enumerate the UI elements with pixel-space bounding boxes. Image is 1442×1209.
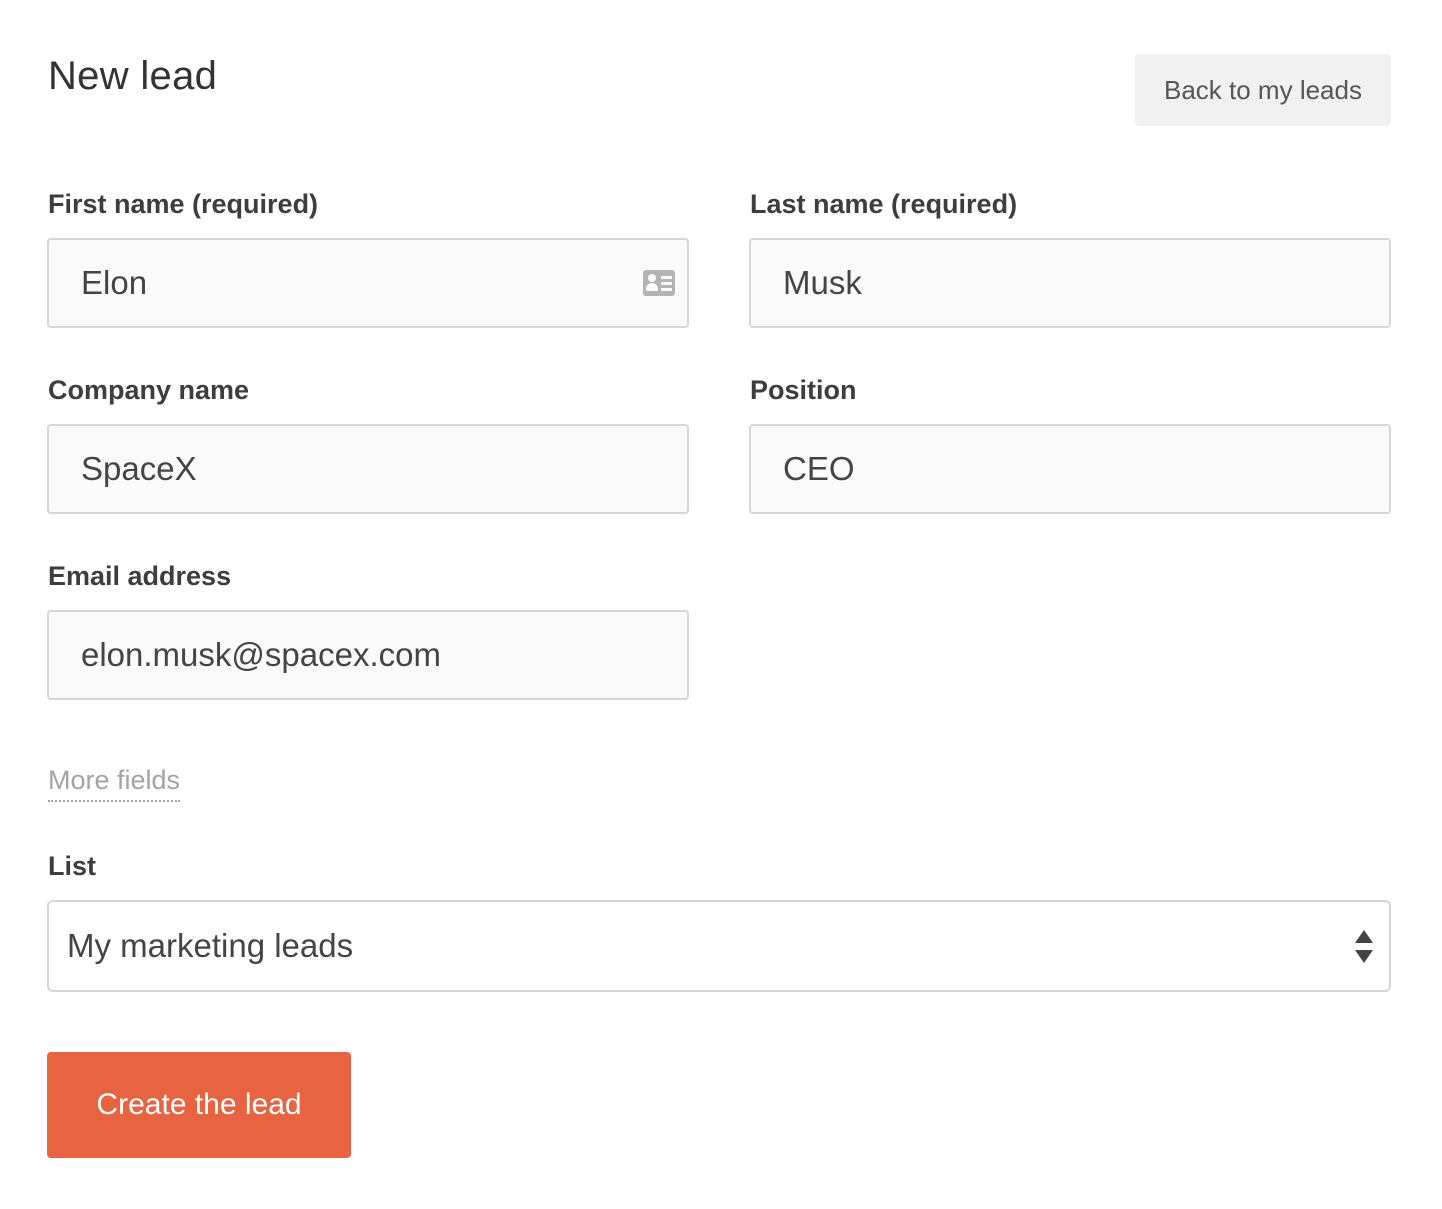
- select-arrows-icon: [1355, 930, 1373, 964]
- company-name-input[interactable]: [49, 426, 687, 512]
- company-name-label: Company name: [48, 375, 250, 405]
- last-name-label: Last name (required): [750, 189, 1018, 219]
- last-name-field: [749, 238, 1391, 328]
- position-field: [749, 424, 1391, 514]
- email-field: [47, 610, 689, 700]
- more-fields-link[interactable]: More fields: [48, 764, 181, 802]
- list-label: List: [48, 851, 97, 881]
- page-title: New lead: [48, 54, 218, 98]
- create-lead-button[interactable]: Create the lead: [47, 1052, 351, 1158]
- list-select[interactable]: My marketing leads: [47, 900, 1391, 992]
- company-name-field: [47, 424, 689, 514]
- first-name-label: First name (required): [48, 189, 319, 219]
- first-name-field: [47, 238, 689, 328]
- back-to-leads-button[interactable]: Back to my leads: [1135, 54, 1391, 126]
- email-input[interactable]: [49, 612, 687, 698]
- contact-card-icon[interactable]: [643, 270, 675, 296]
- position-label: Position: [750, 375, 857, 405]
- position-input[interactable]: [751, 426, 1389, 512]
- first-name-input[interactable]: [49, 240, 687, 326]
- last-name-input[interactable]: [751, 240, 1389, 326]
- email-label: Email address: [48, 561, 232, 591]
- list-select-value: My marketing leads: [67, 927, 354, 964]
